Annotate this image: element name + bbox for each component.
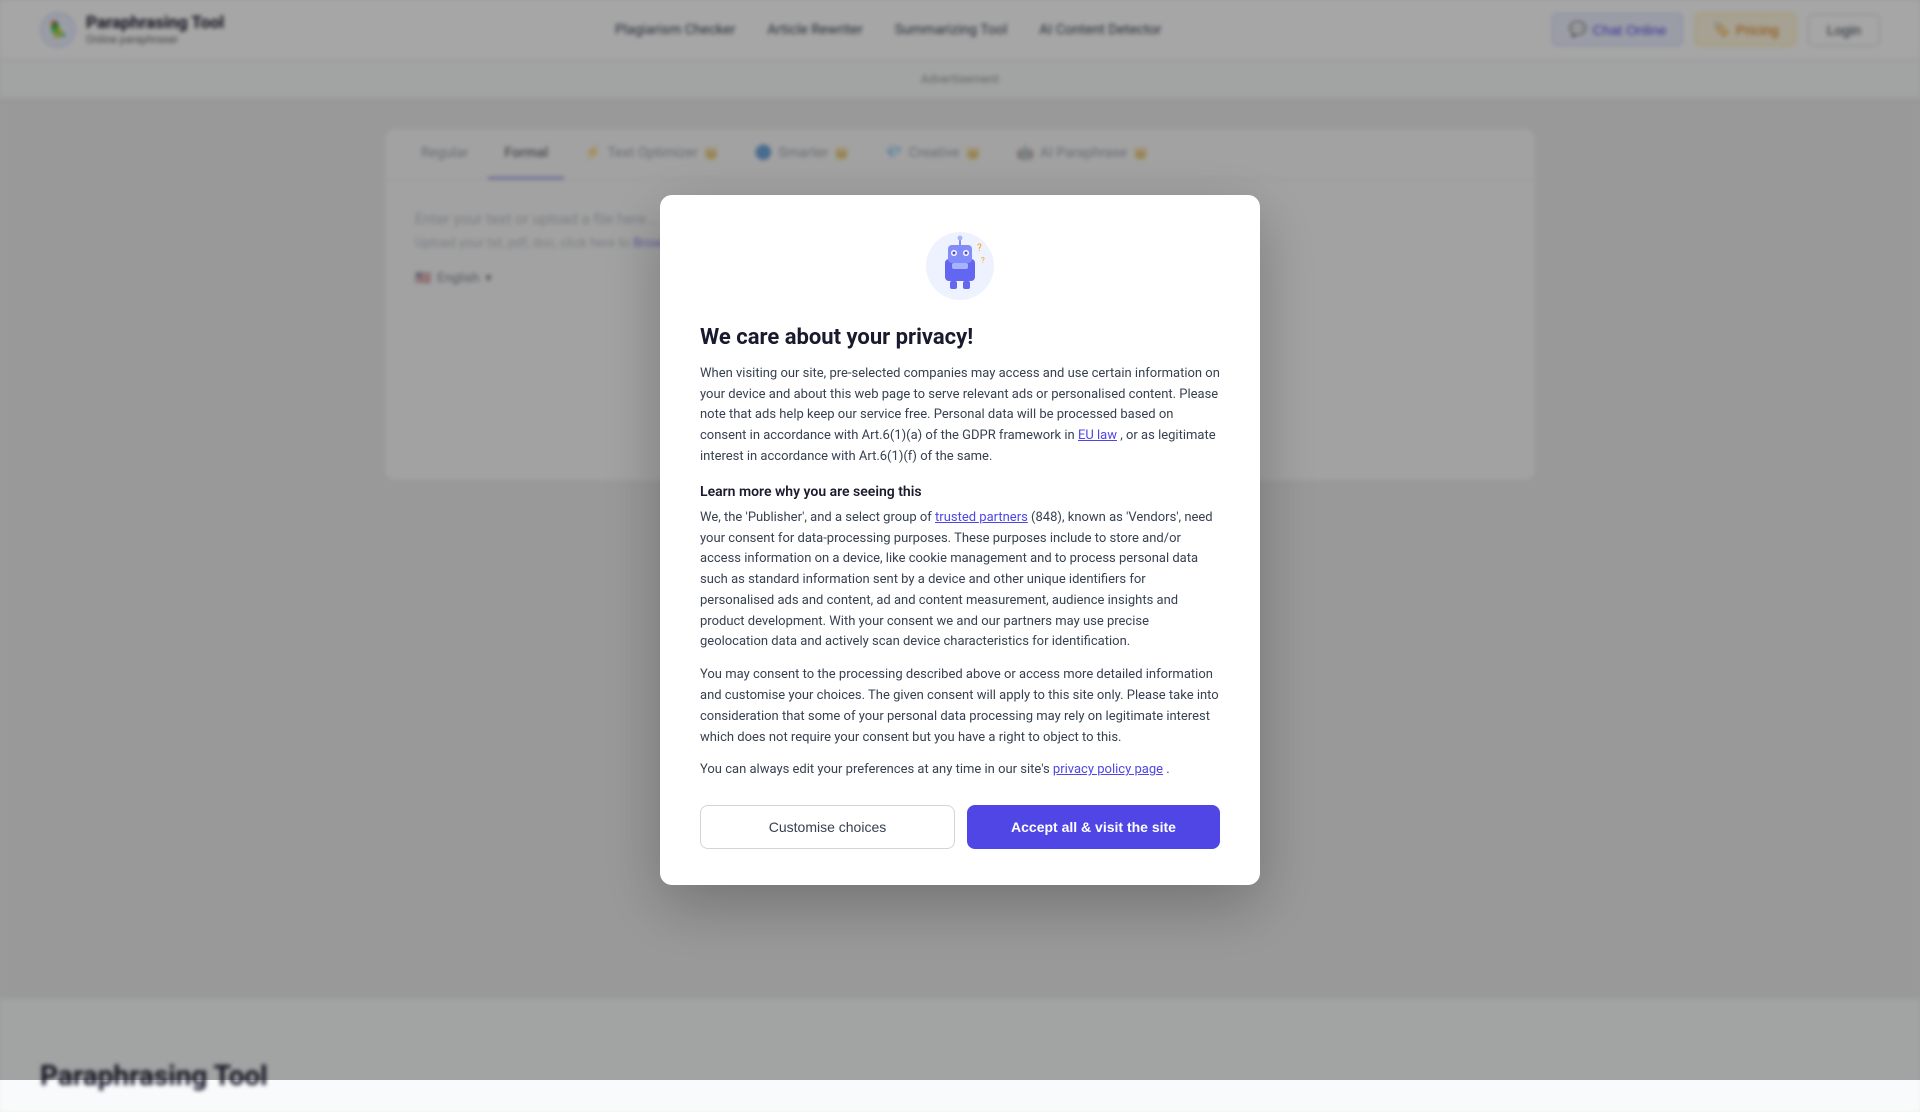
trusted-partners-link[interactable]: trusted partners bbox=[935, 510, 1028, 525]
modal-title: We care about your privacy! bbox=[700, 325, 1220, 350]
modal-body3-text: You may consent to the processing descri… bbox=[700, 667, 1219, 744]
modal-body-3: You may consent to the processing descri… bbox=[700, 665, 1220, 748]
accept-all-button[interactable]: Accept all & visit the site bbox=[967, 805, 1220, 849]
modal-body2-pre: We, the 'Publisher', and a select group … bbox=[700, 510, 932, 525]
learn-more-heading: Learn more why you are seeing this bbox=[700, 484, 1220, 500]
svg-text:?: ? bbox=[981, 256, 985, 265]
modal-body2-mid: (848), known as 'Vendors', need your con… bbox=[700, 510, 1213, 650]
modal-body4-pre: You can always edit your preferences at … bbox=[700, 762, 1050, 777]
svg-text:?: ? bbox=[977, 243, 982, 254]
robot-icon: ? ? bbox=[925, 231, 995, 301]
modal-buttons: Customise choices Accept all & visit the… bbox=[700, 805, 1220, 849]
privacy-modal: ? ? We care about your privacy! When vis… bbox=[660, 195, 1260, 886]
customise-choices-button[interactable]: Customise choices bbox=[700, 805, 955, 849]
modal-body-2: We, the 'Publisher', and a select group … bbox=[700, 508, 1220, 654]
modal-body4-end: . bbox=[1166, 762, 1169, 777]
eu-law-link[interactable]: EU law bbox=[1078, 428, 1117, 443]
modal-body-4: You can always edit your preferences at … bbox=[700, 760, 1220, 781]
privacy-policy-link[interactable]: privacy policy page bbox=[1053, 762, 1163, 777]
modal-body-1: When visiting our site, pre-selected com… bbox=[700, 364, 1220, 468]
robot-illustration: ? ? bbox=[700, 231, 1220, 305]
privacy-overlay: ? ? We care about your privacy! When vis… bbox=[0, 0, 1920, 1080]
